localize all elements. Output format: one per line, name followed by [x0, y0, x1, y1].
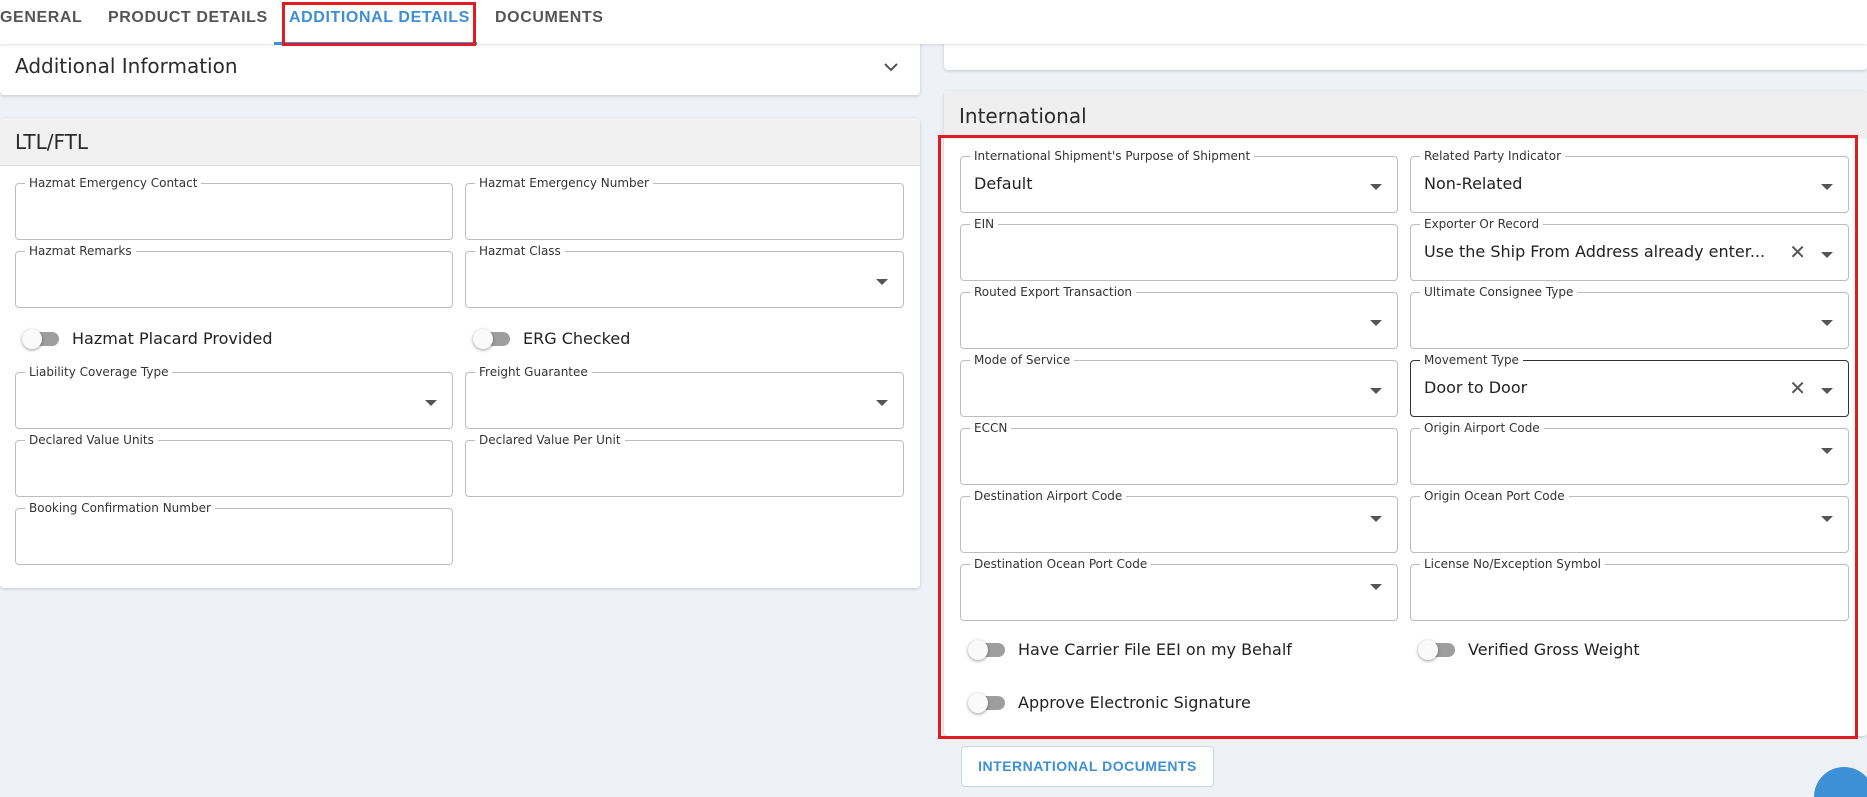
ein-field[interactable]: EIN	[960, 216, 1398, 281]
field-value: Use the Ship From Address already enter.…	[1424, 242, 1766, 261]
hazmat-placard-provided-toggle[interactable]: Hazmat Placard Provided	[22, 327, 322, 351]
ltl-ftl-panel: LTL/FTL Hazmat Emergency Contact Hazmat …	[0, 118, 920, 588]
dropdown-caret-icon[interactable]	[1821, 388, 1833, 394]
toggle-label: Hazmat Placard Provided	[72, 329, 273, 348]
toggle-label: ERG Checked	[523, 329, 631, 348]
carrier-file-eei-toggle[interactable]: Have Carrier File EEI on my Behalf	[968, 638, 1298, 662]
mode-of-service-select[interactable]: Mode of Service	[960, 352, 1398, 417]
toggle-thumb	[22, 329, 42, 349]
clear-icon[interactable]: ✕	[1789, 377, 1806, 399]
verified-gross-weight-toggle[interactable]: Verified Gross Weight	[1418, 638, 1678, 662]
erg-checked-toggle[interactable]: ERG Checked	[473, 327, 673, 351]
chat-icon[interactable]	[1814, 767, 1867, 797]
international-documents-button[interactable]: INTERNATIONAL DOCUMENTS	[961, 746, 1214, 787]
dropdown-caret-icon[interactable]	[1821, 184, 1833, 190]
tab-documents[interactable]: DOCUMENTS	[495, 9, 604, 27]
field-label: Destination Airport Code	[970, 488, 1127, 504]
dropdown-caret-icon[interactable]	[1821, 448, 1833, 454]
international-panel: International International Shipment's P…	[944, 91, 1867, 736]
field-label: Exporter Or Record	[1420, 216, 1544, 232]
field-value: Non-Related	[1424, 174, 1523, 193]
dropdown-caret-icon[interactable]	[1821, 516, 1833, 522]
field-label: Booking Confirmation Number	[25, 500, 215, 516]
dropdown-caret-icon[interactable]	[876, 400, 888, 406]
active-tab-indicator	[274, 42, 477, 45]
toggle-label: Have Carrier File EEI on my Behalf	[1018, 640, 1292, 659]
hazmat-class-select[interactable]: Hazmat Class	[465, 243, 904, 308]
toggle-label: Verified Gross Weight	[1468, 640, 1640, 659]
dropdown-caret-icon[interactable]	[1370, 388, 1382, 394]
origin-airport-code-select[interactable]: Origin Airport Code	[1410, 420, 1849, 485]
field-label: Hazmat Emergency Contact	[25, 175, 202, 191]
license-no-exception-symbol-field[interactable]: License No/Exception Symbol	[1410, 556, 1849, 621]
field-label: EIN	[970, 216, 999, 232]
destination-airport-code-select[interactable]: Destination Airport Code	[960, 488, 1398, 553]
toggle-thumb	[1418, 640, 1438, 660]
hazmat-remarks-field[interactable]: Hazmat Remarks	[15, 243, 453, 308]
toggle-thumb	[968, 640, 988, 660]
ltl-ftl-header: LTL/FTL	[0, 118, 920, 166]
field-label: Liability Coverage Type	[25, 364, 173, 380]
right-top-panel	[944, 40, 1867, 70]
dropdown-caret-icon[interactable]	[1370, 584, 1382, 590]
freight-guarantee-select[interactable]: Freight Guarantee	[465, 364, 904, 429]
tab-general[interactable]: GENERAL	[0, 9, 82, 27]
field-label: Hazmat Class	[475, 243, 565, 259]
movement-type-select[interactable]: Movement Type Door to Door ✕	[1410, 352, 1849, 417]
field-label: Freight Guarantee	[475, 364, 592, 380]
field-value: Default	[974, 174, 1033, 193]
destination-ocean-port-code-select[interactable]: Destination Ocean Port Code	[960, 556, 1398, 621]
dropdown-caret-icon[interactable]	[425, 400, 437, 406]
dropdown-caret-icon[interactable]	[1370, 320, 1382, 326]
field-label: ECCN	[970, 420, 1012, 436]
origin-ocean-port-code-select[interactable]: Origin Ocean Port Code	[1410, 488, 1849, 553]
hazmat-emergency-contact-field[interactable]: Hazmat Emergency Contact	[15, 175, 453, 240]
liability-coverage-type-select[interactable]: Liability Coverage Type	[15, 364, 453, 429]
field-label: Hazmat Emergency Number	[475, 175, 653, 191]
field-label: Origin Ocean Port Code	[1420, 488, 1569, 504]
field-label: Routed Export Transaction	[970, 284, 1137, 300]
additional-information-title: Additional Information	[15, 54, 238, 78]
tab-additional-details[interactable]: ADDITIONAL DETAILS	[289, 9, 470, 27]
additional-information-panel[interactable]: Additional Information	[0, 40, 920, 95]
field-value: Door to Door	[1424, 378, 1528, 397]
field-label: Ultimate Consignee Type	[1420, 284, 1578, 300]
tab-bar: GENERAL PRODUCT DETAILS ADDITIONAL DETAI…	[0, 0, 1867, 45]
international-title: International	[959, 104, 1087, 128]
field-label: Declared Value Units	[25, 432, 158, 448]
booking-confirmation-number-field[interactable]: Booking Confirmation Number	[15, 500, 453, 565]
related-party-indicator-select[interactable]: Related Party Indicator Non-Related	[1410, 148, 1849, 213]
eccn-field[interactable]: ECCN	[960, 420, 1398, 485]
field-label: International Shipment's Purpose of Ship…	[970, 148, 1255, 164]
field-label: Destination Ocean Port Code	[970, 556, 1152, 572]
international-header: International	[944, 91, 1867, 139]
exporter-of-record-select[interactable]: Exporter Or Record Use the Ship From Add…	[1410, 216, 1849, 281]
dropdown-caret-icon[interactable]	[1821, 320, 1833, 326]
field-label: Related Party Indicator	[1420, 148, 1566, 164]
declared-value-units-field[interactable]: Declared Value Units	[15, 432, 453, 497]
field-label: Hazmat Remarks	[25, 243, 136, 259]
field-label: Origin Airport Code	[1420, 420, 1544, 436]
toggle-thumb	[968, 693, 988, 713]
clear-icon[interactable]: ✕	[1789, 241, 1806, 263]
ltl-ftl-title: LTL/FTL	[15, 130, 88, 154]
chevron-down-icon[interactable]	[884, 62, 898, 72]
field-label: Movement Type	[1420, 352, 1523, 368]
hazmat-emergency-number-field[interactable]: Hazmat Emergency Number	[465, 175, 904, 240]
dropdown-caret-icon[interactable]	[876, 279, 888, 285]
routed-export-transaction-select[interactable]: Routed Export Transaction	[960, 284, 1398, 349]
approve-electronic-signature-toggle[interactable]: Approve Electronic Signature	[968, 691, 1268, 715]
toggle-label: Approve Electronic Signature	[1018, 693, 1251, 712]
purpose-of-shipment-select[interactable]: International Shipment's Purpose of Ship…	[960, 148, 1398, 213]
dropdown-caret-icon[interactable]	[1370, 516, 1382, 522]
dropdown-caret-icon[interactable]	[1370, 184, 1382, 190]
field-label: Declared Value Per Unit	[475, 432, 625, 448]
dropdown-caret-icon[interactable]	[1821, 252, 1833, 258]
tab-product-details[interactable]: PRODUCT DETAILS	[108, 9, 268, 27]
field-label: Mode of Service	[970, 352, 1075, 368]
ultimate-consignee-type-select[interactable]: Ultimate Consignee Type	[1410, 284, 1849, 349]
field-label: License No/Exception Symbol	[1420, 556, 1605, 572]
toggle-thumb	[473, 329, 493, 349]
declared-value-per-unit-field[interactable]: Declared Value Per Unit	[465, 432, 904, 497]
